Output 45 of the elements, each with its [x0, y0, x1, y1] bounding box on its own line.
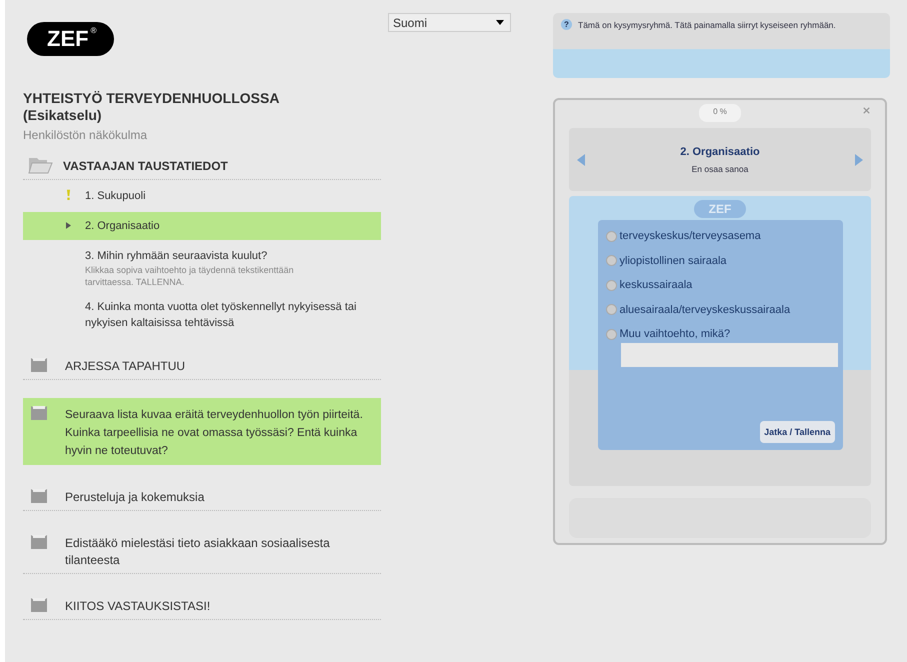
box-icon: [29, 355, 49, 375]
question-item[interactable]: 4. Kuinka monta vuotta olet työskennellyt nykyisessä tai nykyisen kaltaisissa tehtävissä: [23, 296, 381, 334]
continue-button[interactable]: Jatka / Tallenna: [760, 421, 834, 443]
question-label: 3. Mihin ryhmään seuraavista kuulut?: [85, 249, 268, 264]
section-item[interactable]: KIITOS VASTAUKSISTASI!: [23, 590, 381, 620]
close-icon[interactable]: [862, 106, 871, 115]
radio-option[interactable]: Muu vaihtoehto, mikä?: [606, 322, 834, 346]
radio-option[interactable]: terveyskeskus/terveysasema: [606, 224, 834, 248]
question-item[interactable]: 1. Sukupuoli: [23, 185, 381, 207]
arrow-icon: [66, 222, 71, 229]
section-item[interactable]: VASTAAJAN TAUSTATIEDOT: [23, 150, 381, 180]
radio-option[interactable]: aluesairaala/terveyskeskussairaala: [606, 298, 834, 322]
logo: ZEF: [694, 200, 746, 218]
question-hint: Klikkaa sopiva vaihtoehto ja täydennä tekstikenttään tarvittaessa. TALLENNA.: [85, 264, 295, 288]
survey-title: YHTEISTYÖ TERVEYDENHUOLLOSSA: [23, 90, 280, 106]
question-title: 2. Organisaatio: [680, 146, 760, 158]
question-item[interactable]: 2. Organisaatio: [23, 212, 381, 240]
question-label: 4. Kuinka monta vuotta olet työskennellyt nykyisessä tai nykyisen kaltaisissa tehtävissä: [85, 300, 358, 331]
help-text: Tämä on kysymysryhmä. Tätä painamalla siirryt kyseiseen ryhmään.: [578, 20, 836, 30]
question-label: 2. Organisaatio: [85, 219, 160, 234]
folder-icon: [27, 155, 53, 175]
next-arrow-icon[interactable]: [854, 154, 863, 166]
logo: ZEF$^{®}$: [27, 22, 114, 56]
survey-subtitle: (Esikatselu): [23, 106, 103, 124]
help-icon: ?: [561, 19, 572, 30]
box-icon: [29, 486, 49, 506]
text-field[interactable]: [620, 342, 838, 366]
section-item[interactable]: ARJESSA TAPAHTUU: [23, 350, 381, 380]
caret-icon: [496, 20, 504, 25]
language-select[interactable]: Suomi: [388, 13, 511, 32]
box-icon: [29, 403, 49, 423]
section-item[interactable]: Seuraava lista kuvaa eräitä terveydenhuollon työn piirteitä. Kuinka tarpeellisia ne ovat omassa työssäsi? Entä kuinka hyvin ne toteutuvat?: [23, 398, 381, 465]
previous-arrow-icon[interactable]: [577, 154, 585, 166]
survey-description: Henkilöstön näkökulma: [23, 128, 148, 142]
progress-label: 0 %: [699, 104, 741, 122]
radio-option[interactable]: keskussairaala: [606, 273, 834, 298]
section-item[interactable]: Edistääkö mielestäsi tieto asiakkaan sosiaalisesta tilanteesta: [23, 527, 381, 574]
section-item[interactable]: Perusteluja ja kokemuksia: [23, 481, 381, 511]
radio-option[interactable]: yliopistollinen sairaala: [606, 248, 834, 273]
question-label: 1. Sukupuoli: [85, 189, 146, 204]
warning-icon: [66, 189, 71, 200]
box-icon: [29, 532, 49, 552]
question-item[interactable]: 3. Mihin ryhmään seuraavista kuulut? Klikkaa sopiva vaihtoehto ja täydennä tekstikenttään tarvittaessa. TALLENNA.: [23, 245, 381, 291]
answer-text: En osaa sanoa: [690, 164, 750, 174]
box-icon: [29, 595, 49, 615]
